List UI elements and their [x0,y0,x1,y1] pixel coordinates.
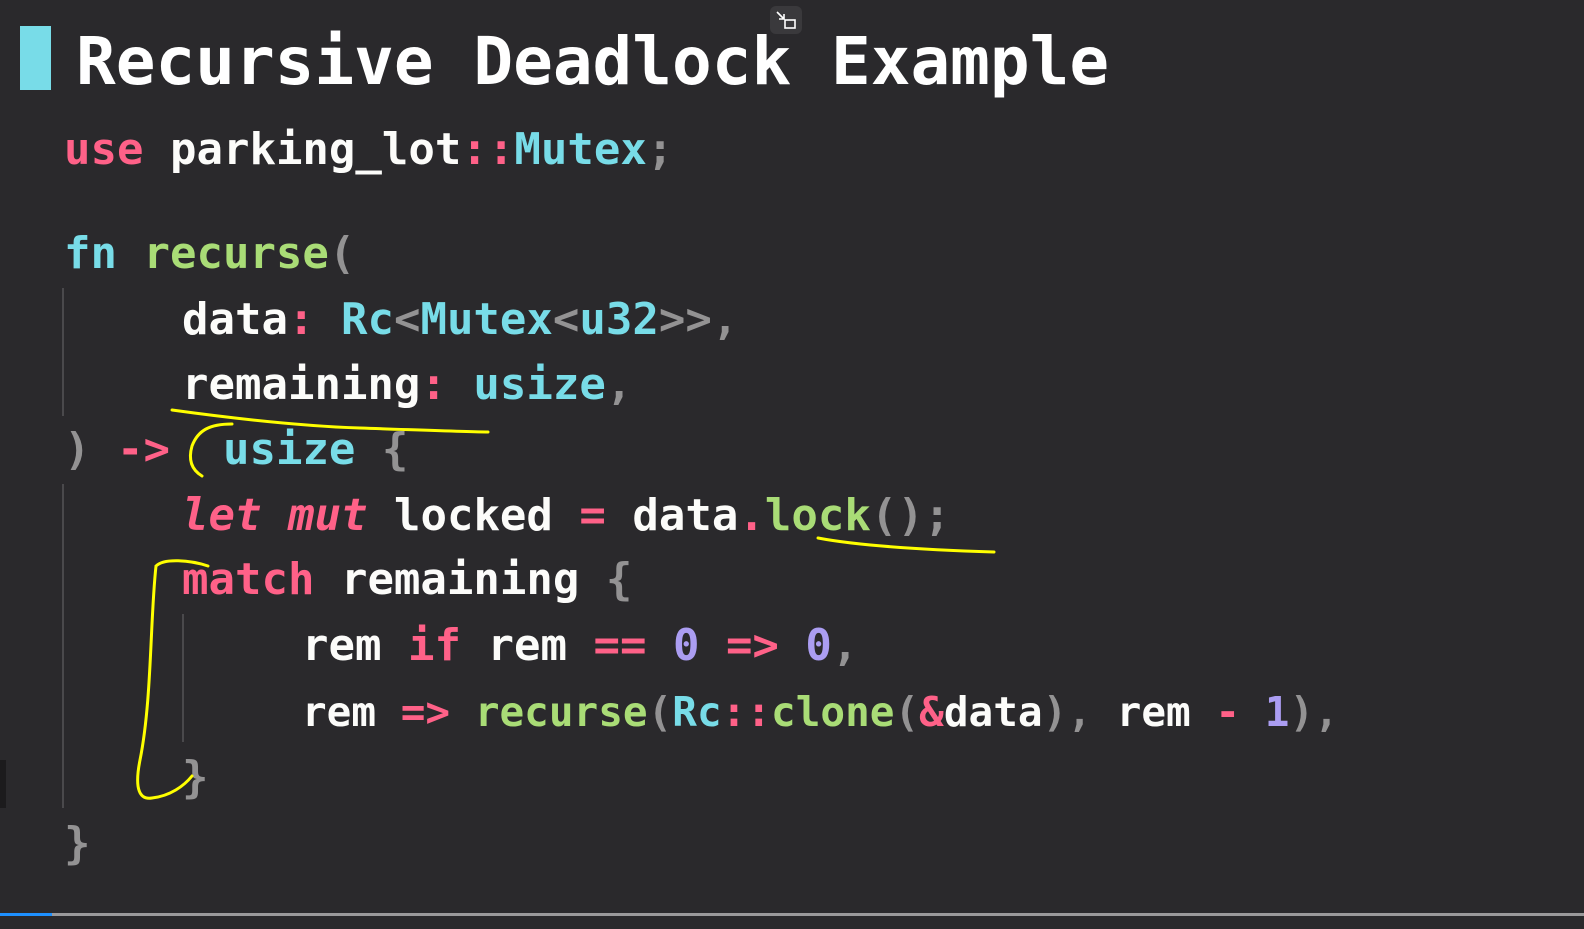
progress-fill [0,913,52,916]
underline-lock-annotation [816,536,996,554]
progress-track[interactable] [0,913,1584,916]
annotation-layer [136,408,996,800]
side-handle[interactable] [0,760,6,808]
bracket-match-annotation [136,559,210,800]
underline-remaining-annotation [170,408,490,434]
bracket-usize-annotation [188,422,234,478]
